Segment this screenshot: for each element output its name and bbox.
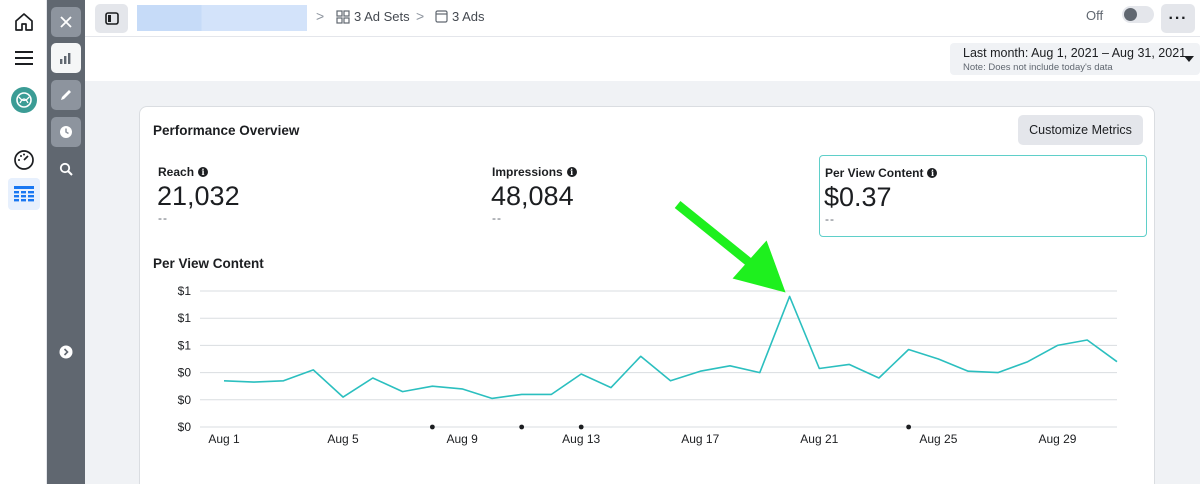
x-tick-label: Aug 1	[208, 432, 240, 446]
x-tick-label: Aug 9	[446, 432, 478, 446]
y-tick-label: $1	[178, 338, 192, 352]
axis-marker-dot	[906, 424, 912, 430]
y-tick-label: $1	[178, 284, 192, 298]
x-tick-label: Aug 17	[681, 432, 719, 446]
annotation-arrow	[674, 200, 786, 293]
axis-marker-dot	[519, 424, 525, 430]
annotation-arrow-shaft	[674, 200, 759, 271]
annotation-arrow-head	[732, 240, 786, 293]
x-tick-label: Aug 5	[327, 432, 359, 446]
y-tick-label: $0	[178, 393, 192, 407]
per-view-content-line-chart: $0 $0 $0 $1 $1 $1 Aug 1 Aug 5 Aug 9 Aug 13 Aug 17 A…	[178, 200, 1118, 446]
y-tick-label: $1	[178, 311, 192, 325]
axis-marker-dot	[429, 424, 435, 430]
y-tick-label: $0	[178, 366, 192, 380]
axis-marker-dot	[578, 424, 584, 430]
y-tick-label: $0	[178, 420, 192, 434]
x-tick-label: Aug 21	[800, 432, 838, 446]
x-tick-label: Aug 25	[919, 432, 957, 446]
series-line	[223, 295, 1118, 400]
x-tick-label: Aug 13	[562, 432, 600, 446]
x-tick-label: Aug 29	[1038, 432, 1076, 446]
